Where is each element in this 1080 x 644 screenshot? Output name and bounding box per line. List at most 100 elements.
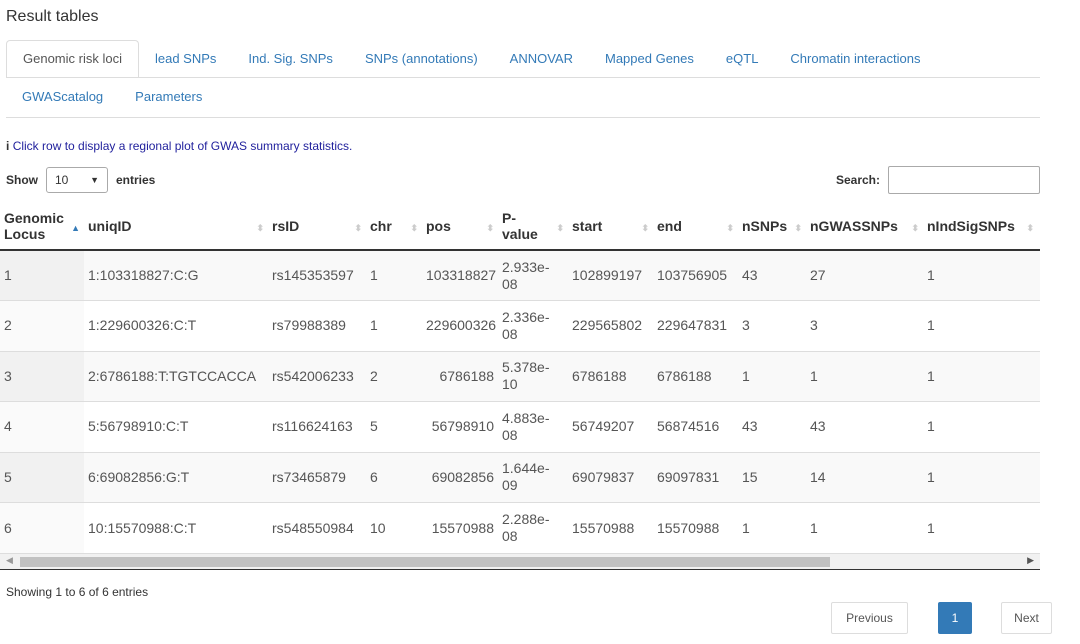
tab-parameters[interactable]: Parameters	[119, 78, 218, 116]
column-header[interactable]: nIndSigSNPs ⬍	[923, 202, 1038, 251]
table-cell: 56749207	[568, 401, 653, 452]
table-cell: rs5	[1038, 350, 1040, 402]
table-cell: 2	[0, 300, 84, 351]
table-cell: 15570988	[653, 502, 738, 553]
table-cell: 6:69082856:G:T	[84, 451, 268, 503]
column-header[interactable]: start ⬍	[568, 202, 653, 251]
table-cell: 1	[923, 401, 1038, 452]
scrollbar-thumb[interactable]	[20, 557, 830, 567]
table-cell: 1.644e-09	[498, 451, 568, 503]
table-cell: 69097831	[653, 451, 738, 503]
tab-lead-snps[interactable]: lead SNPs	[139, 40, 232, 78]
tab-row-1: Genomic risk loci lead SNPs Ind. Sig. SNPs…	[6, 40, 1040, 78]
page-1-button[interactable]: 1	[938, 602, 972, 634]
tab-eqtl[interactable]: eQTL	[710, 40, 775, 78]
table-cell: rs116624163	[268, 401, 366, 452]
table-cell: 43	[738, 401, 806, 452]
tab-ind-sig-snps[interactable]: Ind. Sig. SNPs	[232, 40, 349, 78]
table-cell: 1	[806, 350, 923, 402]
table-cell: 6	[0, 502, 84, 553]
sort-icon: ⬍	[354, 223, 362, 233]
table-cell: 1	[923, 300, 1038, 351]
column-header[interactable]: P-value ⬍	[498, 202, 568, 251]
sort-icon: ⬍	[794, 223, 802, 233]
table-cell: 6786188	[422, 350, 498, 402]
tab-genomic-risk-loci[interactable]: Genomic risk loci	[6, 40, 139, 78]
column-header-label: start	[572, 217, 603, 234]
column-header[interactable]: chr ⬍	[366, 202, 422, 251]
table-cell: 1	[923, 350, 1038, 402]
table-cell: 2.288e-08	[498, 502, 568, 553]
table-cell: 69082856	[422, 451, 498, 503]
table-cell: rs73465879	[268, 451, 366, 503]
search-input[interactable]	[888, 166, 1040, 194]
table-row[interactable]: 4 5:56798910:C:T rs116624163 5 56798910 4.883…	[0, 401, 1040, 452]
length-control: Show 10 ▼ entries	[6, 166, 155, 194]
table-cell: 2.933e-08	[498, 249, 568, 301]
scroll-right-icon[interactable]: ▶	[1027, 555, 1034, 566]
table-cell: 43	[806, 401, 923, 452]
previous-button[interactable]: Previous	[831, 602, 908, 634]
sort-icon: ⬍	[256, 223, 264, 233]
table-cell: 103318827	[422, 249, 498, 301]
table-row[interactable]: 3 2:6786188:T:TGTCCACCA rs542006233 2 678618…	[0, 350, 1040, 402]
column-header[interactable]: Genomic Locus ▲	[0, 202, 84, 251]
tab-chromatin-interactions[interactable]: Chromatin interactions	[774, 40, 936, 78]
table-cell: 15570988	[568, 502, 653, 553]
table-row[interactable]: 2 1:229600326:C:T rs79988389 1 229600326 2.33…	[0, 300, 1040, 351]
column-header-label: pos	[426, 217, 451, 234]
column-header[interactable]: Ind	[1038, 202, 1040, 251]
table-bottom-border	[0, 569, 1040, 570]
table-row[interactable]: 5 6:69082856:G:T rs73465879 6 69082856 1.644e…	[0, 451, 1040, 503]
table-cell: 5:56798910:C:T	[84, 401, 268, 452]
column-header-label: value	[502, 225, 538, 242]
table-cell: 3	[0, 350, 84, 402]
sort-icon: ⬍	[641, 223, 649, 233]
table-cell: rs7	[1038, 451, 1040, 503]
table-row[interactable]: 1 1:103318827:C:G rs145353597 1 103318827 2.9…	[0, 249, 1040, 301]
search-label: Search:	[835, 173, 880, 187]
table-cell: 1	[738, 502, 806, 553]
table-cell: 229565802	[568, 300, 653, 351]
tab-mapped-genes[interactable]: Mapped Genes	[589, 40, 710, 78]
tab-gwascatalog[interactable]: GWAScatalog	[6, 78, 119, 116]
info-text: Click row to display a regional plot of …	[12, 139, 353, 153]
result-tabs: Genomic risk loci lead SNPs Ind. Sig. SNPs…	[6, 40, 1040, 116]
sort-icon: ⬍	[726, 223, 734, 233]
table-cell: rs542006233	[268, 350, 366, 402]
column-header[interactable]: pos ⬍	[422, 202, 498, 251]
table-cell: 4.883e-08	[498, 401, 568, 452]
table-cell: rs79988389	[268, 300, 366, 351]
column-header[interactable]: nSNPs ⬍	[738, 202, 806, 251]
column-header[interactable]: end ⬍	[653, 202, 738, 251]
show-label: Show	[6, 173, 38, 187]
table-body: 1 1:103318827:C:G rs145353597 1 103318827 2.9…	[0, 249, 1040, 553]
table-cell: 27	[806, 249, 923, 301]
sort-icon: ⬍	[911, 223, 919, 233]
column-header-label: Locus	[4, 225, 46, 242]
horizontal-scrollbar[interactable]: ◀ ▶	[0, 553, 1040, 569]
next-button[interactable]: Next	[1001, 602, 1052, 634]
entries-label: entries	[116, 173, 156, 187]
table-cell: 1:229600326:C:T	[84, 300, 268, 351]
tab-annovar[interactable]: ANNOVAR	[494, 40, 589, 78]
column-header-label: rsID	[272, 217, 300, 234]
entries-select[interactable]: 10 ▼	[46, 167, 108, 193]
table-cell: 6786188	[653, 350, 738, 402]
table-cell: 10:15570988:C:T	[84, 502, 268, 553]
column-header[interactable]: rsID ⬍	[268, 202, 366, 251]
table-cell: rs1	[1038, 401, 1040, 452]
table-cell: rs5	[1038, 502, 1040, 553]
table-cell: 1	[366, 249, 422, 301]
table-row[interactable]: 6 10:15570988:C:T rs548550984 10 15570988 2.2…	[0, 502, 1040, 553]
section-title: Result tables	[6, 8, 99, 25]
search-control: Search:	[836, 166, 1040, 194]
table-cell: 6786188	[568, 350, 653, 402]
table-cell: 56874516	[653, 401, 738, 452]
scroll-left-icon[interactable]: ◀	[6, 555, 13, 566]
column-header-label: end	[657, 217, 682, 234]
column-header-label: uniqID	[88, 217, 132, 234]
column-header[interactable]: nGWASSNPs ⬍	[806, 202, 923, 251]
column-header[interactable]: uniqID ⬍	[84, 202, 268, 251]
tab-snps-annotations[interactable]: SNPs (annotations)	[349, 40, 494, 78]
